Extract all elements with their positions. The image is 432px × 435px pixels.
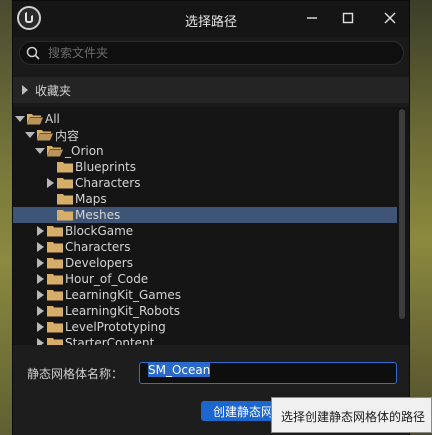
tree-item[interactable]: Meshes (13, 207, 397, 223)
close-button[interactable] (375, 5, 405, 31)
mesh-name-input[interactable]: SM_Ocean (139, 362, 397, 384)
tree-item-label: Characters (65, 240, 131, 254)
expand-arrow-icon[interactable] (35, 242, 45, 252)
folder-icon (47, 306, 63, 317)
tooltip: 选择创建静态网格体的路径 (271, 397, 432, 433)
mesh-name-label: 静态网格体名称： (27, 367, 124, 381)
open-folder-icon (27, 114, 43, 125)
folder-icon (47, 322, 63, 333)
close-icon (384, 12, 396, 24)
editor-background-right (410, 0, 432, 435)
tree-item[interactable]: 内容 (13, 127, 397, 143)
collapse-arrow-icon[interactable] (25, 130, 35, 140)
tree-item-label: All (45, 112, 60, 126)
tree-item[interactable]: Maps (13, 191, 397, 207)
tree-item-label: 内容 (55, 128, 80, 143)
tree-item[interactable]: All (13, 111, 397, 127)
folder-icon (47, 226, 63, 237)
tree-item-label: _Orion (65, 144, 104, 158)
tree-item[interactable]: LevelPrototyping (13, 319, 397, 335)
folder-icon (57, 194, 73, 205)
tree-item[interactable]: Blueprints (13, 159, 397, 175)
minimize-icon (307, 17, 317, 19)
open-folder-icon (47, 146, 63, 157)
search-box[interactable] (19, 41, 404, 65)
expand-arrow-icon[interactable] (35, 274, 45, 284)
tree-item-label: Maps (75, 192, 107, 206)
tree-item-label: StarterContent (65, 336, 155, 345)
tree-item-label: Blueprints (75, 160, 137, 174)
expand-arrow-icon[interactable] (45, 178, 55, 188)
title-bar: 选择路径 (13, 1, 409, 37)
tree-item[interactable]: Characters (13, 175, 397, 191)
tree-item-label: Developers (65, 256, 133, 270)
open-folder-icon (37, 130, 53, 141)
expand-arrow-icon[interactable] (35, 226, 45, 236)
search-row (19, 41, 405, 67)
folder-icon (47, 338, 63, 345)
expand-arrow-icon[interactable] (35, 258, 45, 268)
folder-icon (57, 162, 73, 173)
tree-item-label: Hour_of_Code (65, 272, 149, 286)
expand-arrow-icon[interactable] (35, 338, 45, 345)
favorites-section[interactable]: 收藏夹 (13, 77, 409, 103)
maximize-button[interactable] (333, 5, 363, 31)
folder-icon (47, 242, 63, 253)
mesh-name-value: SM_Ocean (148, 363, 211, 377)
search-icon (26, 46, 40, 60)
folder-icon (57, 178, 73, 189)
minimize-button[interactable] (297, 5, 327, 31)
tree-item-label: LearningKit_Games (65, 288, 181, 302)
tree-item-label: LevelPrototyping (65, 320, 166, 334)
folder-icon (47, 274, 63, 285)
expand-arrow-icon[interactable] (35, 306, 45, 316)
tree-item-label: LearningKit_Robots (65, 304, 181, 318)
tree-scrollbar[interactable] (399, 109, 405, 319)
folder-icon (47, 258, 63, 269)
tree-item[interactable]: Hour_of_Code (13, 271, 397, 287)
favorites-label: 收藏夹 (35, 84, 72, 98)
folder-tree: All 内容 _Orion Blueprints Characters Maps Meshe… (13, 107, 409, 345)
collapse-arrow-icon[interactable] (35, 146, 45, 156)
collapse-arrow-icon[interactable] (15, 114, 25, 124)
tree-item-label: Characters (75, 176, 141, 190)
tree-item-label: Meshes (75, 208, 121, 222)
search-input[interactable] (48, 44, 388, 62)
tree-item[interactable]: LearningKit_Games (13, 287, 397, 303)
tree-item[interactable]: Characters (13, 239, 397, 255)
expand-arrow-icon[interactable] (35, 290, 45, 300)
folder-icon (47, 290, 63, 301)
tree-item[interactable]: BlockGame (13, 223, 397, 239)
tree-item-label: BlockGame (65, 224, 134, 238)
expand-arrow-icon[interactable] (35, 322, 45, 332)
tree-item[interactable]: LearningKit_Robots (13, 303, 397, 319)
maximize-icon (342, 12, 354, 24)
folder-icon (57, 210, 73, 221)
tree-item[interactable]: Developers (13, 255, 397, 271)
editor-background-left (0, 0, 12, 435)
select-path-dialog: 选择路径 收藏夹 (12, 0, 410, 435)
tree-item[interactable]: StarterContent (13, 335, 397, 345)
expand-arrow-icon (22, 85, 28, 95)
tree-item[interactable]: _Orion (13, 143, 397, 159)
